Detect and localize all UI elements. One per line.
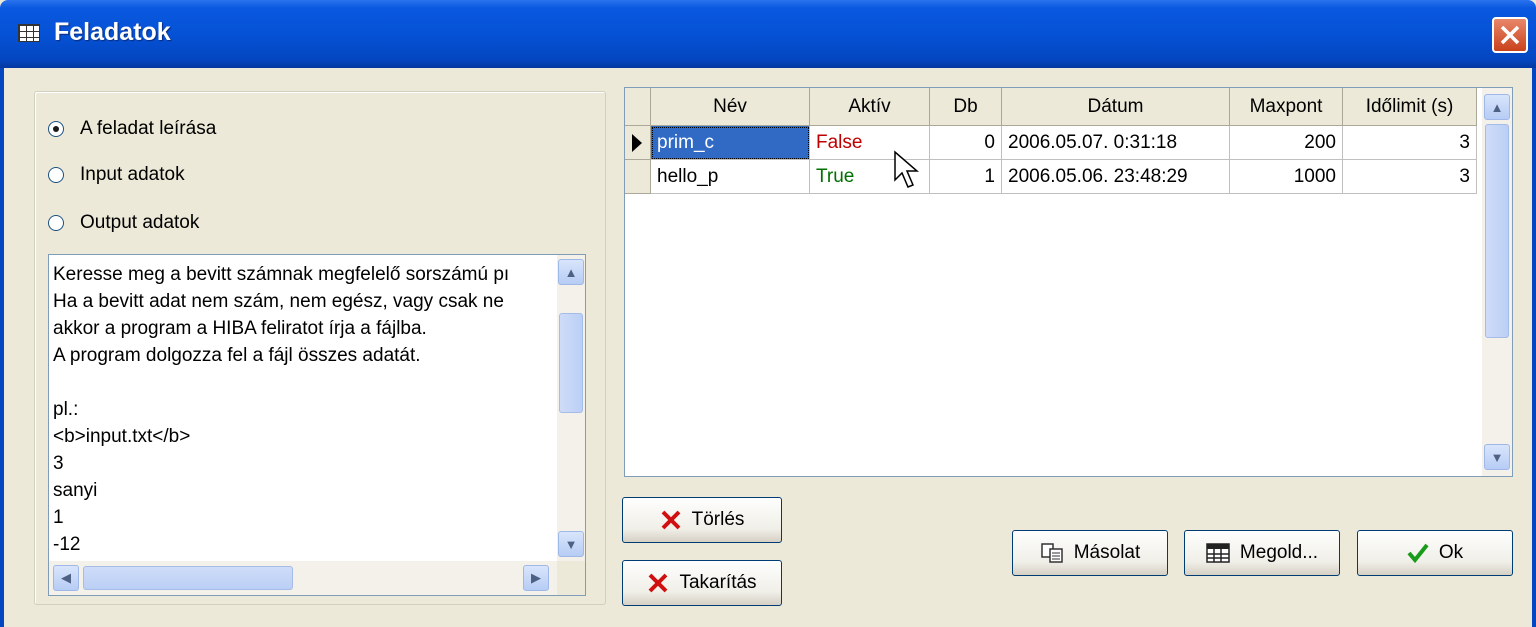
memo-vertical-scrollbar[interactable]: ▲ ▼ xyxy=(557,255,585,561)
chevron-down-icon: ▼ xyxy=(564,536,578,552)
masolat-button[interactable]: Másolat xyxy=(1012,530,1168,576)
row-indicator[interactable] xyxy=(625,126,651,160)
scroll-up-button[interactable]: ▲ xyxy=(1484,94,1510,120)
grid-vertical-scrollbar[interactable]: ▲ ▼ xyxy=(1482,88,1512,476)
chevron-up-icon: ▲ xyxy=(1490,99,1504,115)
radio-circle xyxy=(48,167,64,183)
ok-button[interactable]: Ok xyxy=(1357,530,1513,576)
chevron-down-icon: ▼ xyxy=(1490,449,1504,465)
radio-label: Input adatok xyxy=(80,164,185,185)
column-header-nev[interactable]: Név xyxy=(651,88,810,126)
chevron-left-icon: ◀ xyxy=(61,570,71,585)
red-x-icon xyxy=(660,509,682,531)
chevron-right-icon: ▶ xyxy=(531,570,541,585)
scroll-down-button[interactable]: ▼ xyxy=(558,531,584,557)
close-button[interactable] xyxy=(1492,17,1528,53)
copy-icon xyxy=(1040,542,1064,564)
cell-nev[interactable]: prim_c xyxy=(651,126,810,160)
tasks-grid[interactable]: Név Aktív Db Dátum Maxpont Időlimit (s) … xyxy=(624,87,1513,477)
cell-datum[interactable]: 2006.05.06. 23:48:29 xyxy=(1002,160,1230,194)
mouse-pointer-icon xyxy=(894,150,919,188)
grid-corner xyxy=(625,88,651,126)
title-bar: Feladatok xyxy=(0,0,1536,68)
table-icon xyxy=(1206,543,1230,563)
radio-input-adatok[interactable]: Input adatok xyxy=(48,162,185,188)
column-header-datum[interactable]: Dátum xyxy=(1002,88,1230,126)
torles-label: Törlés xyxy=(691,509,745,530)
ok-label: Ok xyxy=(1438,542,1464,563)
scroll-thumb[interactable] xyxy=(559,313,583,413)
column-header-db[interactable]: Db xyxy=(930,88,1002,126)
cell-db[interactable]: 0 xyxy=(930,126,1002,160)
window-border-right xyxy=(1532,68,1536,627)
scroll-right-button[interactable]: ▶ xyxy=(523,565,549,591)
checkmark-icon xyxy=(1407,543,1429,563)
description-memo[interactable]: Keresse meg a bevitt számnak megfelelő s… xyxy=(48,254,586,596)
scroll-thumb[interactable] xyxy=(1485,124,1509,338)
grid-icon xyxy=(18,24,40,42)
megold-label: Megold... xyxy=(1239,542,1319,563)
scrollbar-corner xyxy=(557,561,585,595)
column-header-maxpont[interactable]: Maxpont xyxy=(1230,88,1343,126)
window-title: Feladatok xyxy=(54,18,171,46)
scroll-down-button[interactable]: ▼ xyxy=(1484,444,1510,470)
cell-nev[interactable]: hello_p xyxy=(651,160,810,194)
takaritas-label: Takarítás xyxy=(679,572,757,593)
radio-feladat-leirasa[interactable]: A feladat leírása xyxy=(48,116,216,142)
column-header-idolimit[interactable]: Időlimit (s) xyxy=(1343,88,1477,126)
cell-maxpont[interactable]: 200 xyxy=(1230,126,1343,160)
megold-button[interactable]: Megold... xyxy=(1184,530,1340,576)
radio-dot xyxy=(53,126,59,132)
cell-db[interactable]: 1 xyxy=(930,160,1002,194)
radio-label: A feladat leírása xyxy=(80,118,217,139)
memo-text: Keresse meg a bevitt számnak megfelelő s… xyxy=(53,264,510,555)
row-indicator[interactable] xyxy=(625,160,651,194)
cell-idolimit[interactable]: 3 xyxy=(1343,160,1477,194)
torles-button[interactable]: Törlés xyxy=(622,497,782,543)
radio-label: Output adatok xyxy=(80,212,200,233)
memo-horizontal-scrollbar[interactable]: ◀ ▶ xyxy=(49,561,557,595)
cell-datum[interactable]: 2006.05.07. 0:31:18 xyxy=(1002,126,1230,160)
cell-maxpont[interactable]: 1000 xyxy=(1230,160,1343,194)
scroll-left-button[interactable]: ◀ xyxy=(53,565,79,591)
cell-idolimit[interactable]: 3 xyxy=(1343,126,1477,160)
masolat-label: Másolat xyxy=(1073,542,1141,563)
scroll-up-button[interactable]: ▲ xyxy=(558,259,584,285)
radio-circle xyxy=(48,121,64,137)
row-pointer-icon xyxy=(632,134,642,152)
scroll-thumb-horizontal[interactable] xyxy=(83,566,293,590)
radio-circle xyxy=(48,215,64,231)
close-icon xyxy=(1500,25,1520,45)
chevron-up-icon: ▲ xyxy=(564,264,578,280)
window-border-left xyxy=(0,68,4,627)
takaritas-button[interactable]: Takarítás xyxy=(622,560,782,606)
radio-output-adatok[interactable]: Output adatok xyxy=(48,210,199,236)
red-x-icon xyxy=(647,572,669,594)
column-header-aktiv[interactable]: Aktív xyxy=(810,88,930,126)
